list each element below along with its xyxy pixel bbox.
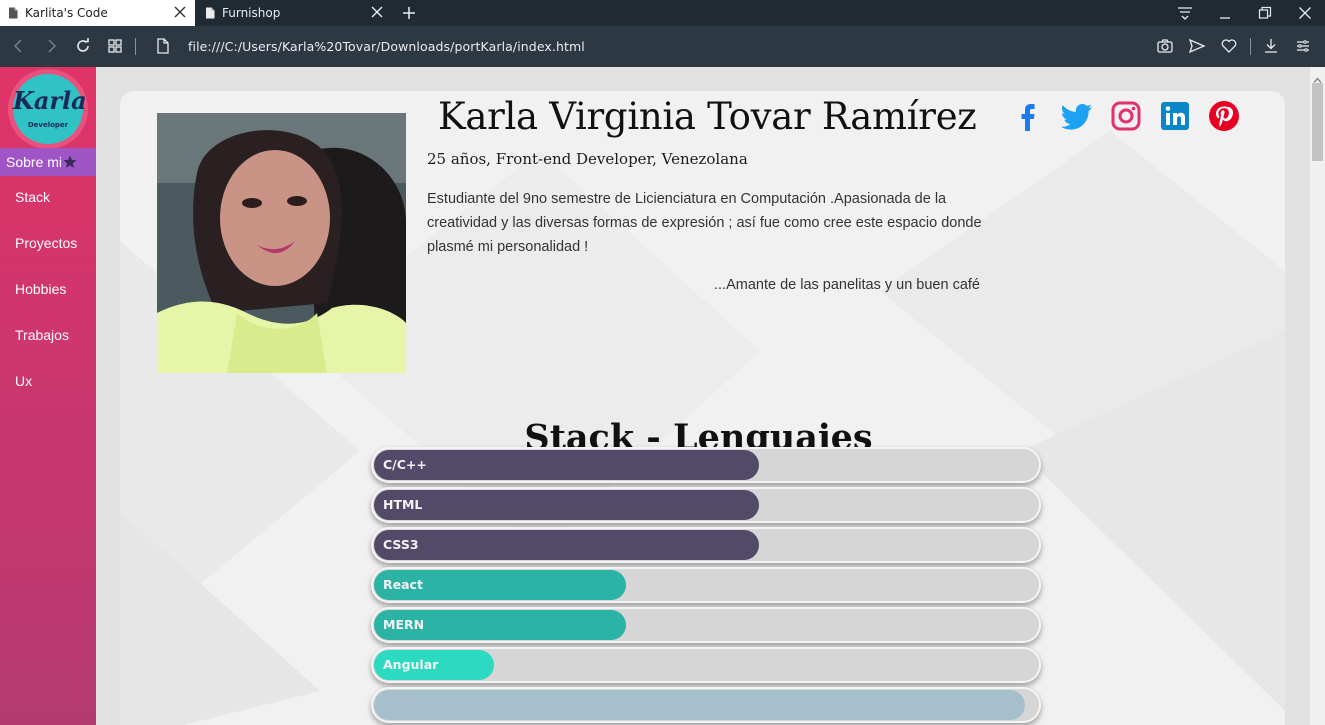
- toolbar-divider: [135, 38, 136, 55]
- close-tab-icon[interactable]: [173, 5, 187, 19]
- sidebar-item-proyectos[interactable]: Proyectos: [0, 230, 96, 256]
- skill-bar: C/C++: [371, 447, 1041, 483]
- close-window-icon[interactable]: [1285, 0, 1325, 26]
- skill-bar-fill: [374, 690, 1025, 720]
- sidebar-item-sobre-mi[interactable]: Sobre mi: [0, 148, 96, 176]
- sidebar-item-label: Sobre mi: [6, 154, 63, 170]
- settings-sliders-icon[interactable]: [1294, 37, 1312, 55]
- skill-bar-label: CSS3: [383, 537, 419, 552]
- forward-icon[interactable]: [42, 37, 60, 55]
- skill-bar-label: C/C++: [383, 457, 427, 472]
- profile-quote: ...Amante de las panelitas y un buen caf…: [713, 277, 980, 293]
- sidebar-item-label: Trabajos: [15, 327, 69, 343]
- logo-badge: Karla Developer: [13, 74, 87, 144]
- page-viewport: Karla Developer Sobre mi Stack Proyectos…: [0, 67, 1325, 725]
- reload-icon[interactable]: [74, 37, 92, 55]
- skill-bar-fill: [374, 490, 759, 520]
- back-icon[interactable]: [10, 37, 28, 55]
- skill-bar-label: MERN: [383, 617, 425, 632]
- pinterest-icon[interactable]: [1207, 99, 1241, 133]
- instagram-icon[interactable]: [1109, 99, 1143, 133]
- linkedin-icon[interactable]: [1158, 99, 1192, 133]
- skill-bar: Angular: [371, 647, 1041, 683]
- url-field[interactable]: file:///C:/Users/Karla%20Tovar/Downloads…: [188, 39, 585, 54]
- skill-bar-label: HTML: [383, 497, 423, 512]
- sidebar-item-label: Hobbies: [15, 281, 67, 297]
- tab-title: Furnishop: [222, 6, 281, 20]
- restore-icon[interactable]: [1245, 0, 1285, 26]
- logo-text: Karla: [13, 86, 87, 115]
- sidebar-item-hobbies[interactable]: Hobbies: [0, 276, 96, 302]
- skill-bar-label: React: [383, 577, 423, 592]
- sidebar-item-ux[interactable]: Ux: [0, 368, 96, 394]
- skill-bar: CSS3: [371, 527, 1041, 563]
- skill-bar-label: Angular: [383, 657, 439, 672]
- tab-title: Karlita's Code: [25, 6, 108, 20]
- skill-bar-fill: [374, 450, 759, 480]
- profile-name: Karla Virginia Tovar Ramírez: [438, 95, 977, 138]
- camera-icon[interactable]: [1156, 37, 1174, 55]
- sidebar-item-label: Ux: [15, 373, 33, 389]
- main-content: Karla Virginia Tovar Ramírez 25 años, Fr…: [96, 67, 1310, 725]
- scroll-up-arrow-icon[interactable]: [1313, 70, 1322, 83]
- profile-bio: Estudiante del 9no semestre de Liciencia…: [427, 191, 982, 255]
- tab-karlitas-code[interactable]: Karlita's Code: [0, 0, 195, 26]
- sidebar-item-label: Proyectos: [15, 235, 78, 251]
- send-icon[interactable]: [1188, 37, 1206, 55]
- close-tab-icon[interactable]: [370, 5, 384, 19]
- document-icon: [8, 7, 18, 19]
- speed-dial-icon[interactable]: [106, 37, 124, 55]
- facebook-icon[interactable]: [1011, 99, 1045, 133]
- new-tab-icon[interactable]: [400, 4, 418, 22]
- sidebar-item-label: Stack: [15, 189, 51, 205]
- skill-bar-fill: [374, 530, 759, 560]
- document-icon: [205, 7, 215, 19]
- profile-card: Karla Virginia Tovar Ramírez 25 años, Fr…: [120, 91, 1285, 725]
- sidebar-item-trabajos[interactable]: Trabajos: [0, 322, 96, 348]
- download-icon[interactable]: [1262, 37, 1280, 55]
- twitter-icon[interactable]: [1060, 99, 1094, 133]
- sidebar-item-stack[interactable]: Stack: [0, 184, 96, 210]
- sidebar: Karla Developer Sobre mi Stack Proyectos…: [0, 67, 96, 725]
- scroll-thumb[interactable]: [1312, 83, 1323, 161]
- scrollbar[interactable]: [1310, 67, 1325, 725]
- logo[interactable]: Karla Developer: [8, 69, 88, 149]
- heart-icon[interactable]: [1220, 37, 1238, 55]
- skill-bar: [371, 687, 1041, 723]
- toolbar-divider: [1250, 38, 1251, 55]
- tab-bar: Karlita's Code Furnishop: [0, 0, 1325, 26]
- skill-bar: React: [371, 567, 1041, 603]
- skill-bar: HTML: [371, 487, 1041, 523]
- page-info-icon[interactable]: [154, 37, 172, 55]
- tab-list-icon[interactable]: [1165, 0, 1205, 26]
- logo-subtext: Developer: [27, 121, 69, 129]
- tab-furnishop[interactable]: Furnishop: [197, 0, 392, 26]
- star-icon: [63, 155, 77, 169]
- skill-bar: MERN: [371, 607, 1041, 643]
- minimize-icon[interactable]: [1205, 0, 1245, 26]
- profile-subtitle: 25 años, Front-end Developer, Venezolana: [427, 150, 748, 168]
- profile-photo: [157, 113, 406, 373]
